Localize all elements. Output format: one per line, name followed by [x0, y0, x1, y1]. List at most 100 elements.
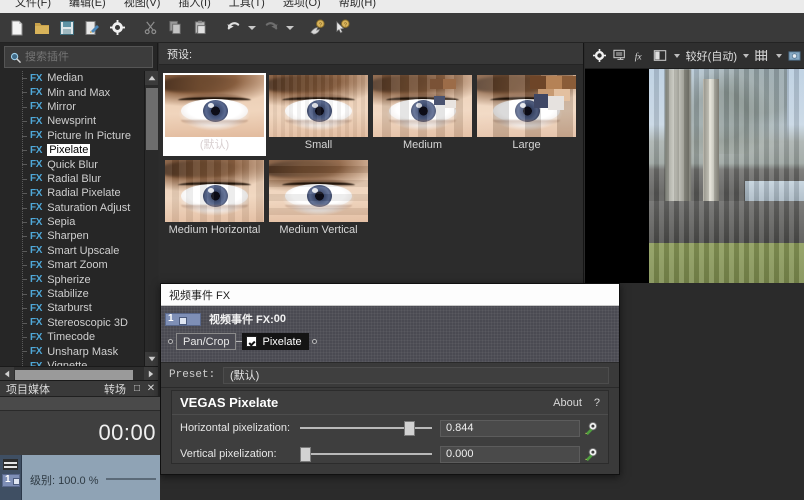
menu-item-insert[interactable]: 插入(I) — [169, 0, 219, 10]
new-project-icon[interactable] — [5, 16, 29, 40]
preview-quality-label[interactable]: 较好(自动) — [684, 48, 739, 64]
preset-item-default[interactable]: (默认) — [163, 73, 266, 156]
enable-snapping-icon[interactable]: ? — [305, 16, 329, 40]
plugin-chip-pan-crop[interactable]: Pan/Crop — [176, 333, 237, 350]
scroll-right-arrow-icon[interactable] — [144, 367, 158, 381]
fx-badge-icon: FX — [30, 346, 43, 358]
vertical-pixelization-slider[interactable] — [300, 445, 432, 463]
chain-output-node[interactable] — [311, 339, 317, 344]
undo-dropdown-arrow[interactable] — [246, 16, 258, 40]
horizontal-pixelization-value[interactable]: 0.844 — [440, 419, 580, 437]
split-screen-view-icon[interactable] — [651, 46, 669, 66]
plugin-enable-checkbox[interactable] — [246, 336, 258, 347]
redo-icon[interactable] — [259, 16, 283, 40]
plugin-row-stereoscopic-3d[interactable]: FX Stereoscopic 3D — [0, 316, 144, 330]
plugin-row-sharpen[interactable]: FX Sharpen — [0, 229, 144, 243]
slider-knob[interactable] — [404, 421, 415, 436]
plugin-row-spherize[interactable]: FX Spherize — [0, 272, 144, 286]
track-level-envelope-line[interactable] — [106, 478, 156, 480]
plugin-row-starburst[interactable]: FX Starburst — [0, 301, 144, 315]
slider-knob[interactable] — [300, 447, 311, 462]
menu-item-file[interactable]: 文件(F) — [6, 0, 60, 10]
what-is-this-help-icon[interactable]: ? — [330, 16, 354, 40]
plugin-row-sepia[interactable]: FX Sepia — [0, 215, 144, 229]
search-input[interactable] — [25, 51, 145, 63]
plugin-row-smart-upscale[interactable]: FX Smart Upscale — [0, 244, 144, 258]
project-video-properties-gear-icon[interactable] — [590, 46, 608, 66]
plugin-row-radial-blur[interactable]: FX Radial Blur — [0, 172, 144, 186]
plugin-list[interactable]: FX Median FX Min and Max FX Mirror FX Newspr… — [0, 71, 158, 366]
track-header[interactable]: 1 — [0, 455, 22, 500]
timeline-timecode[interactable]: 00:00 — [0, 411, 160, 455]
plugin-row-unsharp-mask[interactable]: FX Unsharp Mask — [0, 344, 144, 358]
render-as-icon[interactable] — [80, 16, 104, 40]
sidebar-tab-transitions[interactable]: 转场 — [104, 381, 130, 397]
preview-quality-dropdown-arrow[interactable] — [741, 46, 751, 66]
scrollbar-thumb[interactable] — [146, 88, 158, 150]
plugin-row-min-and-max[interactable]: FX Min and Max — [0, 85, 144, 99]
scroll-down-arrow-icon[interactable] — [145, 352, 158, 366]
fx-preset-combobox[interactable]: (默认) — [223, 366, 609, 384]
redo-dropdown-arrow[interactable] — [284, 16, 296, 40]
maximize-icon[interactable]: □ — [130, 383, 144, 394]
preset-item-medium-horizontal[interactable]: Medium Horizontal — [163, 158, 266, 239]
plugin-list-horizontal-scrollbar[interactable] — [0, 366, 158, 382]
plugin-list-vertical-scrollbar[interactable] — [144, 71, 158, 366]
video-output-fx-icon[interactable]: fx — [631, 46, 649, 66]
paste-icon[interactable] — [188, 16, 212, 40]
properties-gear-icon[interactable] — [105, 16, 129, 40]
menu-item-options[interactable]: 选项(O) — [274, 0, 330, 10]
preset-item-medium[interactable]: Medium — [371, 73, 474, 156]
about-button[interactable]: About — [553, 397, 582, 409]
plugin-row-pixelate[interactable]: FX Pixelate — [0, 143, 144, 157]
close-icon[interactable]: ✕ — [144, 383, 158, 394]
preview-on-external-monitor-icon[interactable] — [610, 46, 628, 66]
preset-item-small[interactable]: Small — [267, 73, 370, 156]
overlays-dropdown-arrow[interactable] — [774, 46, 784, 66]
preset-label: Medium Vertical — [279, 224, 358, 236]
plugin-row-picture-in-picture[interactable]: FX Picture In Picture — [0, 129, 144, 143]
horizontal-pixelization-slider[interactable] — [300, 419, 432, 437]
plugin-row-smart-zoom[interactable]: FX Smart Zoom — [0, 258, 144, 272]
sidebar-tab-project-media[interactable]: 项目媒体 — [0, 381, 50, 397]
plugin-list-rows: FX Median FX Min and Max FX Mirror FX Newspr… — [0, 71, 144, 366]
chain-input-node[interactable] — [168, 339, 173, 344]
cut-scissors-icon[interactable] — [138, 16, 162, 40]
menu-item-view[interactable]: 视图(V) — [115, 0, 170, 10]
plugin-row-radial-pixelate[interactable]: FX Radial Pixelate — [0, 186, 144, 200]
plugin-row-mirror[interactable]: FX Mirror — [0, 100, 144, 114]
fx-badge-icon: FX — [30, 302, 43, 314]
plugin-row-median[interactable]: FX Median — [0, 71, 144, 85]
plugin-row-timecode[interactable]: FX Timecode — [0, 330, 144, 344]
plugin-row-vignette[interactable]: FX Vignette — [0, 359, 144, 366]
track-menu-icon[interactable] — [3, 459, 18, 470]
search-plugins-container[interactable] — [4, 46, 153, 68]
open-folder-icon[interactable] — [30, 16, 54, 40]
preset-item-large[interactable]: Large — [475, 73, 578, 156]
copy-icon[interactable] — [163, 16, 187, 40]
scroll-left-arrow-icon[interactable] — [0, 367, 14, 381]
vertical-pixelization-value[interactable]: 0.000 — [440, 445, 580, 463]
split-screen-dropdown-arrow[interactable] — [672, 46, 682, 66]
preview-stage[interactable] — [585, 69, 804, 283]
track-body[interactable]: 级别: 100.0 % — [22, 455, 160, 500]
menu-item-help[interactable]: 帮助(H) — [330, 0, 385, 10]
save-icon[interactable] — [55, 16, 79, 40]
keyframe-icon[interactable] — [580, 421, 602, 436]
main-toolbar: ? ? — [0, 13, 804, 43]
keyframe-icon[interactable] — [580, 447, 602, 462]
preset-item-medium-vertical[interactable]: Medium Vertical — [267, 158, 370, 239]
overlays-grid-icon[interactable] — [753, 46, 771, 66]
plugin-row-newsprint[interactable]: FX Newsprint — [0, 114, 144, 128]
plugin-chip-pixelate[interactable]: Pixelate — [242, 333, 309, 350]
help-question-icon[interactable]: ? — [594, 397, 600, 409]
plugin-row-stabilize[interactable]: FX Stabilize — [0, 287, 144, 301]
undo-icon[interactable] — [221, 16, 245, 40]
plugin-row-saturation-adjust[interactable]: FX Saturation Adjust — [0, 201, 144, 215]
scroll-up-arrow-icon[interactable] — [145, 71, 158, 85]
fx-badge-icon: FX — [30, 202, 43, 214]
copy-snapshot-icon[interactable] — [786, 46, 804, 66]
menu-item-edit[interactable]: 编辑(E) — [60, 0, 115, 10]
menu-item-tools[interactable]: 工具(T) — [220, 0, 274, 10]
plugin-row-quick-blur[interactable]: FX Quick Blur — [0, 157, 144, 171]
